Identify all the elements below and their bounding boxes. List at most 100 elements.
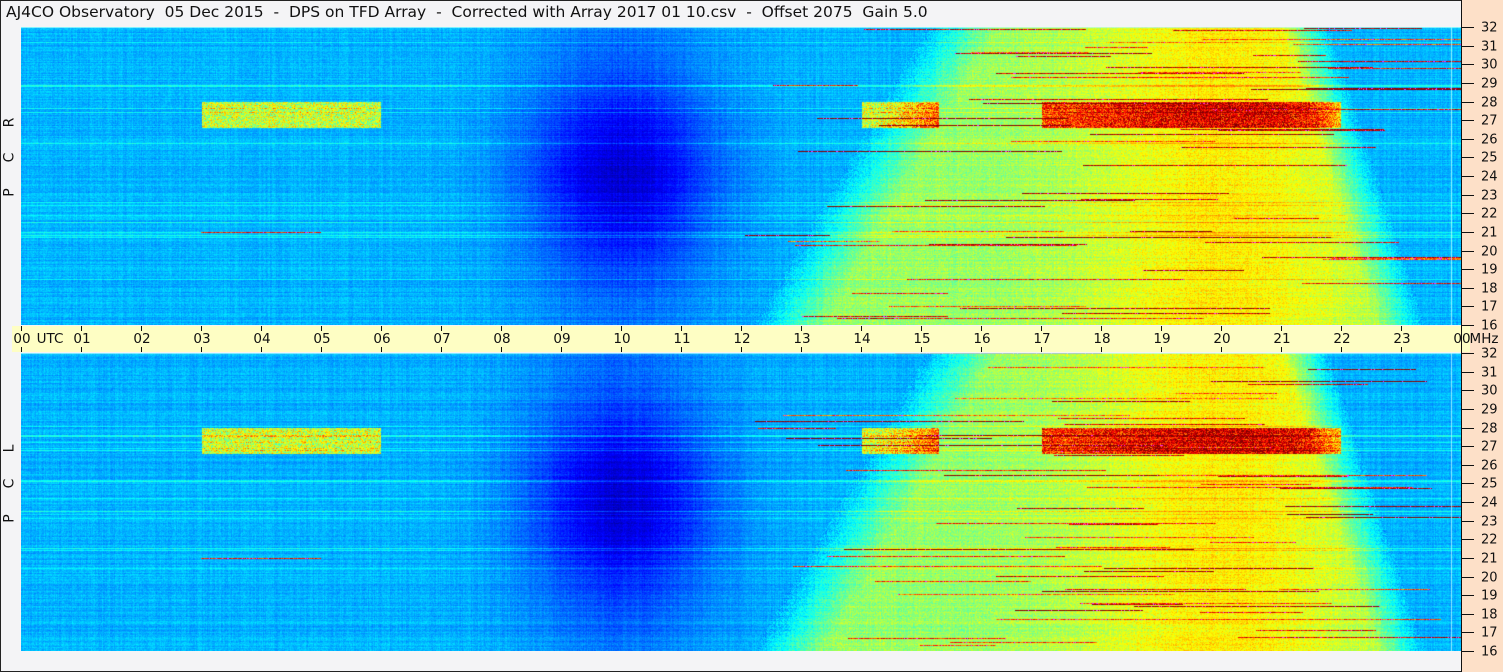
freq-tick bbox=[1462, 632, 1474, 633]
time-tick-label: 15 bbox=[913, 331, 931, 347]
freq-tick-label: 27 bbox=[1481, 113, 1498, 129]
freq-tick bbox=[1462, 83, 1474, 84]
freq-tick-label: 26 bbox=[1481, 132, 1498, 148]
freq-tick-label: 23 bbox=[1481, 188, 1498, 204]
freq-axis-line bbox=[1461, 27, 1462, 652]
freq-tick-label: 31 bbox=[1481, 365, 1498, 381]
time-tick bbox=[681, 347, 682, 352]
freq-tick bbox=[1462, 390, 1474, 391]
time-tick bbox=[981, 347, 982, 352]
time-tick-label: 00 bbox=[1453, 331, 1471, 347]
time-tick-label: 18 bbox=[1093, 331, 1111, 347]
polarization-letter: C bbox=[1, 152, 18, 163]
time-tick-label: 16 bbox=[973, 331, 991, 347]
freq-tick bbox=[1462, 157, 1474, 158]
polarization-letter: L bbox=[1, 444, 18, 453]
freq-tick-label: 25 bbox=[1481, 476, 1498, 492]
time-tick bbox=[201, 347, 202, 352]
freq-tick-label: 29 bbox=[1481, 76, 1498, 92]
time-tick-label: 10 bbox=[613, 331, 631, 347]
freq-tick bbox=[1462, 46, 1474, 47]
freq-tick-label: 25 bbox=[1481, 150, 1498, 166]
freq-tick bbox=[1462, 502, 1474, 503]
freq-tick bbox=[1462, 232, 1474, 233]
time-tick bbox=[861, 347, 862, 352]
freq-tick bbox=[1462, 577, 1474, 578]
time-tick-label: 01 bbox=[73, 331, 91, 347]
freq-tick bbox=[1462, 465, 1474, 466]
time-tick-label: 09 bbox=[553, 331, 571, 347]
chart-title: AJ4CO Observatory 05 Dec 2015 - DPS on T… bbox=[6, 3, 928, 21]
freq-tick-label: 26 bbox=[1481, 458, 1498, 474]
time-tick-label: 05 bbox=[313, 331, 331, 347]
freq-tick bbox=[1462, 139, 1474, 140]
time-tick bbox=[621, 347, 622, 352]
freq-tick-label: 21 bbox=[1481, 551, 1498, 567]
time-tick-label: 21 bbox=[1273, 331, 1291, 347]
polarization-letter: C bbox=[1, 478, 18, 489]
time-tick bbox=[1161, 347, 1162, 352]
time-tick bbox=[801, 347, 802, 352]
freq-tick-label: 17 bbox=[1481, 299, 1498, 315]
polarization-letter: R bbox=[1, 117, 18, 128]
freq-tick bbox=[1462, 483, 1474, 484]
time-tick bbox=[261, 347, 262, 352]
freq-tick-label: 30 bbox=[1481, 57, 1498, 73]
freq-tick-label: 16 bbox=[1481, 644, 1498, 660]
heatmap-lcp bbox=[21, 353, 1461, 651]
freq-tick-label: 19 bbox=[1481, 588, 1498, 604]
freq-tick bbox=[1462, 64, 1474, 65]
spectrogram-lcp bbox=[21, 353, 1461, 651]
polarization-letter: P bbox=[1, 188, 18, 197]
time-tick bbox=[381, 347, 382, 352]
freq-tick-label: 32 bbox=[1481, 20, 1498, 36]
freq-tick bbox=[1462, 251, 1474, 252]
time-tick bbox=[1341, 347, 1342, 352]
freq-tick-label: 20 bbox=[1481, 570, 1498, 585]
time-tick bbox=[441, 347, 442, 352]
freq-tick bbox=[1462, 651, 1474, 652]
freq-tick-label: 27 bbox=[1481, 439, 1498, 455]
freq-tick bbox=[1462, 325, 1474, 326]
freq-tick bbox=[1462, 446, 1474, 447]
freq-tick-label: 28 bbox=[1481, 95, 1498, 110]
freq-tick bbox=[1462, 595, 1474, 596]
freq-tick bbox=[1462, 428, 1474, 429]
time-tick bbox=[1221, 347, 1222, 352]
freq-tick bbox=[1462, 539, 1474, 540]
freq-tick-label: 18 bbox=[1481, 607, 1498, 623]
freq-tick-label: 28 bbox=[1481, 421, 1498, 436]
freq-tick-label: 16 bbox=[1481, 318, 1498, 334]
freq-tick-label: 22 bbox=[1481, 206, 1498, 222]
freq-tick-label: 30 bbox=[1481, 383, 1498, 399]
freq-tick bbox=[1462, 614, 1474, 615]
time-tick-label: 06 bbox=[373, 331, 391, 347]
freq-tick bbox=[1462, 213, 1474, 214]
time-tick-label: 02 bbox=[133, 331, 151, 347]
spectrogram-rcp bbox=[21, 27, 1461, 325]
heatmap-rcp bbox=[21, 27, 1461, 325]
time-tick-label: 20 bbox=[1213, 331, 1231, 347]
time-tick-label: 19 bbox=[1153, 331, 1171, 347]
time-tick bbox=[141, 347, 142, 352]
time-tick-label: 08 bbox=[493, 331, 511, 347]
freq-tick bbox=[1462, 269, 1474, 270]
freq-tick-label: 23 bbox=[1481, 514, 1498, 530]
freq-tick-label: 29 bbox=[1481, 402, 1498, 418]
time-tick bbox=[921, 347, 922, 352]
freq-tick bbox=[1462, 176, 1474, 177]
freq-tick-label: 20 bbox=[1481, 244, 1498, 259]
time-tick-label: 12 bbox=[733, 331, 751, 347]
freq-tick bbox=[1462, 409, 1474, 410]
time-tick-label: 22 bbox=[1333, 331, 1351, 347]
freq-tick bbox=[1462, 120, 1474, 121]
freq-tick bbox=[1462, 306, 1474, 307]
freq-tick-label: 31 bbox=[1481, 39, 1498, 55]
time-tick-label: 17 bbox=[1033, 331, 1051, 347]
time-tick-label: 14 bbox=[853, 331, 871, 347]
time-tick bbox=[1101, 347, 1102, 352]
time-tick-label: 04 bbox=[253, 331, 271, 347]
freq-tick bbox=[1462, 558, 1474, 559]
time-tick-label: 13 bbox=[793, 331, 811, 347]
time-tick bbox=[501, 347, 502, 352]
